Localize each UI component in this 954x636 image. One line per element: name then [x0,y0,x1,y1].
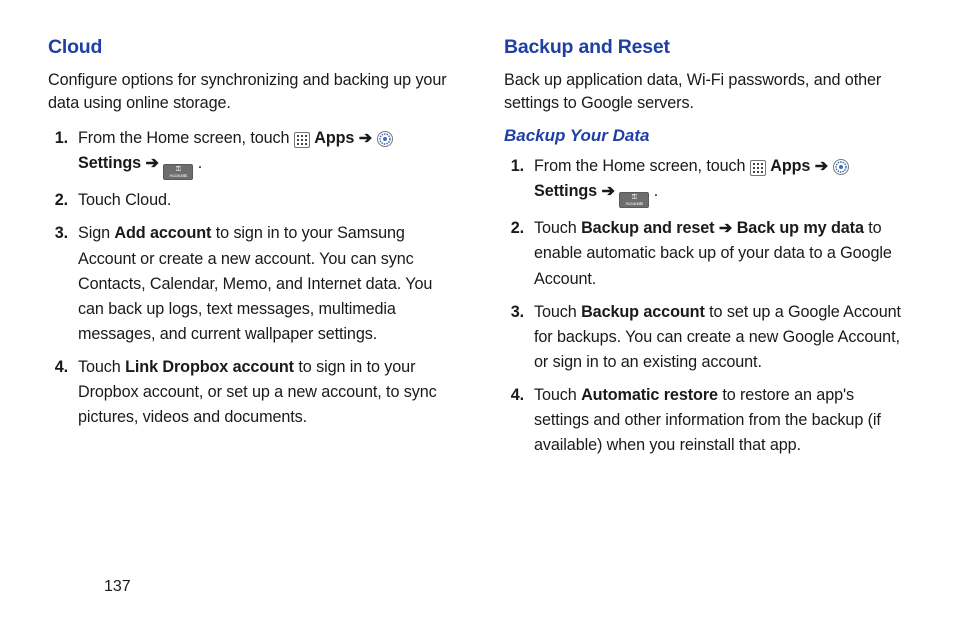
step-body: Touch Cloud. [78,188,450,213]
text: Touch [534,219,581,237]
step-number: 2. [48,188,78,213]
text: Touch [534,386,581,404]
step-body: Touch Link Dropbox account to sign in to… [78,355,450,430]
accounts-tab-icon: ⚿Accounts [163,164,193,180]
backup-intro: Back up application data, Wi-Fi password… [504,69,906,116]
backup-step-3: 3. Touch Backup account to set up a Goog… [504,300,906,375]
text: . [654,182,658,200]
text: From the Home screen, touch [534,157,750,175]
step-number: 4. [504,383,534,458]
step-body: From the Home screen, touch Apps ➔ Setti… [78,126,450,180]
arrow-icon: ➔ [815,157,833,175]
apps-label: Apps [770,157,810,175]
cloud-step-2: 2. Touch Cloud. [48,188,450,213]
cloud-heading: Cloud [48,36,450,59]
step-number: 1. [504,154,534,208]
arrow-icon: ➔ [145,154,163,172]
right-column: Backup and Reset Back up application dat… [504,36,906,466]
backup-steps: 1. From the Home screen, touch Apps ➔ Se… [504,154,906,458]
bold-term: Backup account [581,303,705,321]
left-column: Cloud Configure options for synchronizin… [48,36,450,466]
backup-step-1: 1. From the Home screen, touch Apps ➔ Se… [504,154,906,208]
arrow-icon: ➔ [359,129,377,147]
text: From the Home screen, touch [78,129,294,147]
cloud-step-3: 3. Sign Add account to sign in to your S… [48,221,450,347]
bold-term: Automatic restore [581,386,718,404]
text: Sign [78,224,114,242]
step-body: Touch Backup account to set up a Google … [534,300,906,375]
cloud-steps: 1. From the Home screen, touch Apps ➔ Se… [48,126,450,430]
cloud-intro: Configure options for synchronizing and … [48,69,450,116]
text: Touch [78,358,125,376]
bold-term: Link Dropbox account [125,358,294,376]
backup-step-4: 4. Touch Automatic restore to restore an… [504,383,906,458]
step-number: 3. [504,300,534,375]
step-body: From the Home screen, touch Apps ➔ Setti… [534,154,906,208]
apps-label: Apps [314,129,354,147]
text: Touch [534,303,581,321]
apps-grid-icon [294,132,310,148]
bold-term: Backup and reset ➔ Back up my data [581,219,864,237]
settings-gear-icon [377,131,393,147]
bold-term: Add account [114,224,211,242]
step-number: 4. [48,355,78,430]
backup-step-2: 2. Touch Backup and reset ➔ Back up my d… [504,216,906,291]
accounts-tab-icon: ⚿Accounts [619,192,649,208]
backup-subhead: Backup Your Data [504,126,906,146]
cloud-step-4: 4. Touch Link Dropbox account to sign in… [48,355,450,430]
settings-gear-icon [833,159,849,175]
cloud-step-1: 1. From the Home screen, touch Apps ➔ Se… [48,126,450,180]
page-columns: Cloud Configure options for synchronizin… [48,36,906,466]
settings-label: Settings [534,182,597,200]
step-body: Sign Add account to sign in to your Sams… [78,221,450,347]
arrow-icon: ➔ [601,182,619,200]
text: . [198,154,202,172]
step-body: Touch Automatic restore to restore an ap… [534,383,906,458]
step-number: 2. [504,216,534,291]
step-number: 1. [48,126,78,180]
apps-grid-icon [750,160,766,176]
step-number: 3. [48,221,78,347]
backup-heading: Backup and Reset [504,36,906,59]
settings-label: Settings [78,154,141,172]
page-number: 137 [104,578,131,596]
step-body: Touch Backup and reset ➔ Back up my data… [534,216,906,291]
